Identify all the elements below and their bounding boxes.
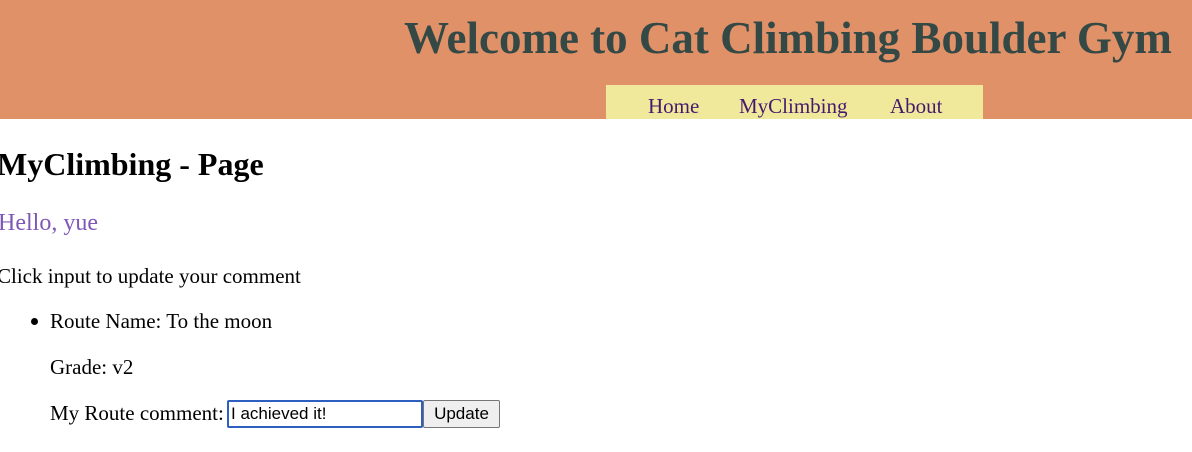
page-title: MyClimbing - Page <box>0 146 264 182</box>
site-header: Welcome to Cat Climbing Boulder Gym Home… <box>0 0 1192 119</box>
route-comment-label: My Route comment: <box>50 401 224 425</box>
nav-link-myclimbing[interactable]: MyClimbing <box>739 94 848 118</box>
nav-link-about[interactable]: About <box>890 94 943 118</box>
main-nav: Home MyClimbing About <box>606 85 983 119</box>
route-comment-input[interactable] <box>227 400 423 428</box>
route-name: Route Name: To the moon <box>50 309 273 333</box>
route-grade: Grade: v2 <box>50 355 134 379</box>
update-button[interactable]: Update <box>423 400 500 428</box>
site-title: Welcome to Cat Climbing Boulder Gym <box>404 13 1172 63</box>
user-greeting: Hello, yue <box>0 210 98 236</box>
instruction-text: Click input to update your comment <box>0 264 301 288</box>
list-bullet <box>31 318 38 325</box>
nav-link-home[interactable]: Home <box>648 94 699 118</box>
